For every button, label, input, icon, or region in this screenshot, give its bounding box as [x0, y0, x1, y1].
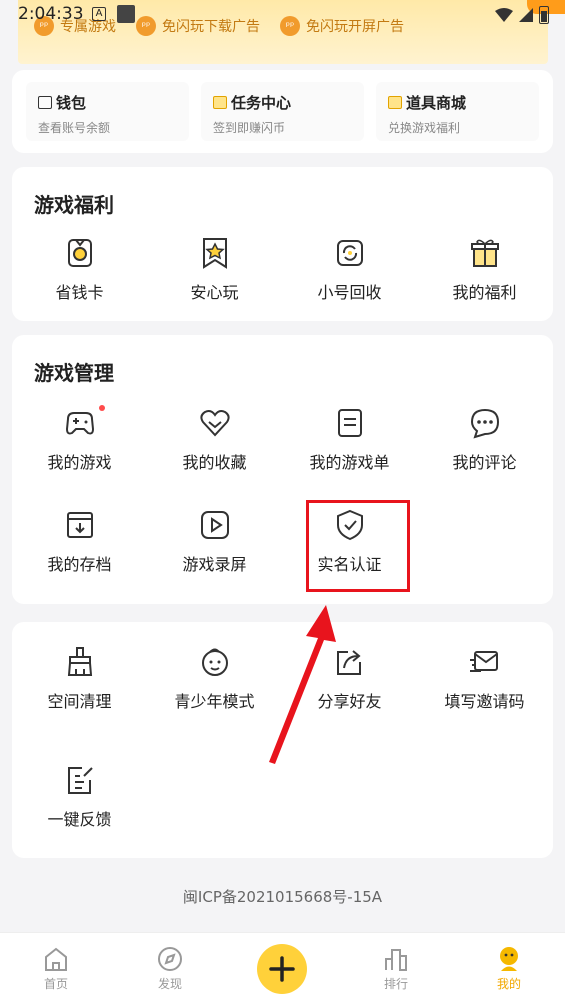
home-icon: [45, 947, 67, 971]
tab-mine[interactable]: 我的: [479, 945, 539, 992]
tab-label: 首页: [43, 977, 68, 991]
profile-icon: [500, 947, 518, 971]
annotation-arrow: [269, 605, 336, 764]
tab-home[interactable]: 首页: [26, 945, 86, 992]
ranking-icon: [385, 949, 407, 971]
tab-label: 我的: [496, 977, 521, 991]
tab-ranking[interactable]: 排行: [366, 945, 426, 992]
add-button[interactable]: [257, 944, 307, 994]
tab-discover[interactable]: 发现: [140, 945, 200, 992]
tab-label: 排行: [383, 977, 408, 991]
plus-icon: [269, 956, 295, 982]
tab-label: 发现: [157, 977, 182, 991]
icp-text: 闽ICP备2021015668号-15A: [182, 888, 383, 906]
compass-icon: [158, 947, 182, 971]
